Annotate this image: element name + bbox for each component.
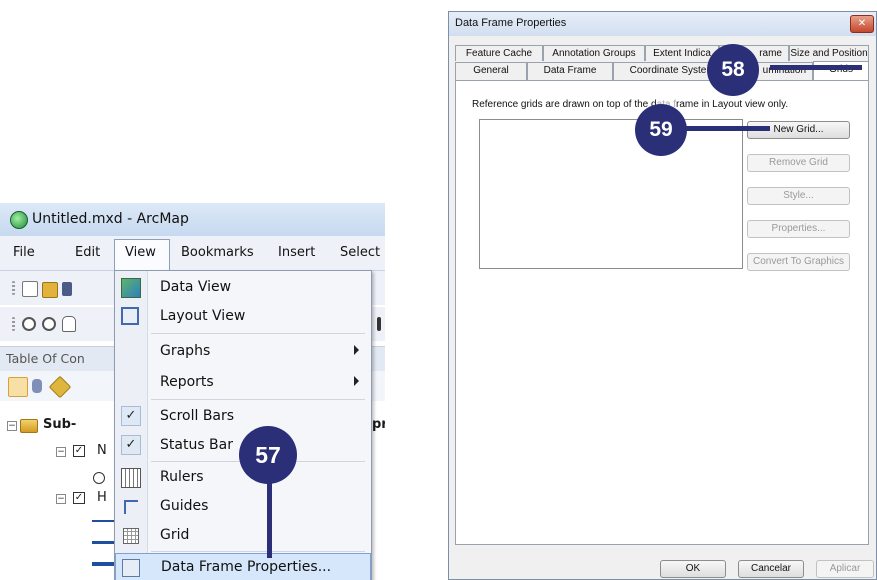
- tab-grids[interactable]: Grids: [813, 61, 869, 81]
- menu-bookmarks[interactable]: Bookmarks: [181, 245, 254, 260]
- tab-size-and-position[interactable]: Size and Position: [789, 45, 869, 61]
- properties-button[interactable]: Properties...: [747, 220, 850, 238]
- collapse-icon[interactable]: −: [56, 494, 66, 504]
- tab-annotation-groups[interactable]: Annotation Groups: [543, 45, 645, 61]
- menu-separator: [151, 333, 365, 334]
- layer1-visibility-checkbox[interactable]: ✓: [73, 445, 85, 457]
- menu-select[interactable]: Select: [340, 245, 380, 260]
- menu-item-reports[interactable]: Reports: [115, 368, 371, 397]
- submenu-arrow-icon: [354, 345, 359, 355]
- tab-data-frame[interactable]: Data Frame: [527, 62, 613, 80]
- callout-58-leader: [770, 65, 862, 70]
- save-icon[interactable]: [62, 282, 72, 296]
- menu-item-label: Layout View: [160, 308, 246, 324]
- menu-item-label: Scroll Bars: [160, 408, 235, 424]
- callout-57: 57: [239, 426, 297, 484]
- rulers-icon: [121, 468, 141, 488]
- layer2-label[interactable]: H: [97, 490, 107, 505]
- view-dropdown-menu: Data View Layout View Graphs Reports ✓ S…: [114, 270, 372, 580]
- layers-stack-icon: [20, 419, 38, 433]
- grid-list[interactable]: [479, 119, 743, 269]
- description-tail-text: rame in Layout view only.: [676, 99, 789, 110]
- guides-icon: [124, 500, 138, 514]
- menu-item-scroll-bars[interactable]: ✓ Scroll Bars: [115, 402, 371, 431]
- toolbar-grip-icon: [12, 281, 15, 295]
- arcmap-menubar: File Edit View Bookmarks Insert Select: [0, 236, 385, 271]
- menu-edit[interactable]: Edit: [75, 245, 100, 260]
- menu-separator: [151, 399, 365, 400]
- menu-item-label: Reports: [160, 374, 214, 390]
- cancel-button[interactable]: Cancelar: [738, 560, 804, 578]
- callout-59-leader: [682, 126, 770, 131]
- list-by-visibility-icon[interactable]: [48, 375, 72, 399]
- grids-description: Reference grids are drawn on top of the …: [472, 99, 788, 110]
- menu-view[interactable]: View: [125, 245, 156, 260]
- checkmark-icon: ✓: [121, 406, 141, 426]
- collapse-icon[interactable]: −: [56, 447, 66, 457]
- menu-item-graphs[interactable]: Graphs: [115, 337, 371, 366]
- menu-item-data-frame-properties[interactable]: Data Frame Properties...: [115, 553, 371, 580]
- menu-item-label: Guides: [160, 498, 209, 514]
- apply-button[interactable]: Aplicar: [816, 560, 874, 578]
- open-folder-icon[interactable]: [42, 282, 58, 298]
- menu-item-guides[interactable]: Guides: [115, 492, 371, 521]
- data-frame-properties-icon: [122, 559, 140, 577]
- layer1-label[interactable]: N: [97, 443, 107, 458]
- menu-item-grid[interactable]: Grid: [115, 521, 371, 550]
- menu-file[interactable]: File: [13, 245, 35, 260]
- menu-item-label: Rulers: [160, 469, 204, 485]
- layout-view-icon: [121, 307, 139, 325]
- arcmap-logo-icon: [10, 211, 28, 229]
- dialog-title-bar: Data Frame Properties ✕: [449, 12, 876, 36]
- arcmap-title: Untitled.mxd - ArcMap: [32, 211, 189, 227]
- menu-item-label: Status Bar: [160, 437, 234, 453]
- toc-title: Table Of Con: [6, 351, 85, 366]
- remove-grid-button[interactable]: Remove Grid: [747, 154, 850, 172]
- zoom-in-icon[interactable]: [22, 317, 36, 331]
- menu-insert[interactable]: Insert: [278, 245, 315, 260]
- menu-item-label: Data View: [160, 279, 232, 295]
- checkmark-icon: ✓: [121, 435, 141, 455]
- arcmap-title-bar: Untitled.mxd - ArcMap: [0, 203, 385, 236]
- toc-clipped-text: pr: [372, 417, 385, 432]
- submenu-arrow-icon: [354, 376, 359, 386]
- collapse-icon[interactable]: −: [7, 421, 17, 431]
- data-frame-properties-dialog: Data Frame Properties ✕ Feature Cache An…: [448, 11, 877, 580]
- menu-separator: [151, 551, 365, 552]
- toolbar-arrow-icon[interactable]: [377, 317, 381, 331]
- menu-item-data-view[interactable]: Data View: [115, 273, 371, 302]
- convert-to-graphics-button[interactable]: Convert To Graphics: [747, 253, 850, 271]
- line-symbol-icon: [92, 541, 114, 544]
- menu-item-label: Graphs: [160, 343, 211, 359]
- callout-58: 58: [707, 44, 759, 96]
- list-by-drawing-order-icon[interactable]: [8, 377, 28, 397]
- toolbar-grip-icon: [12, 317, 15, 331]
- ok-button[interactable]: OK: [660, 560, 726, 578]
- menu-item-label: Data Frame Properties...: [161, 559, 332, 575]
- new-document-icon[interactable]: [22, 281, 38, 297]
- grid-icon: [123, 528, 139, 544]
- point-symbol-icon: [93, 472, 105, 484]
- data-view-icon: [121, 278, 141, 298]
- close-icon[interactable]: ✕: [850, 15, 874, 33]
- arcmap-window: Untitled.mxd - ArcMap File Edit View Boo…: [0, 203, 385, 580]
- zoom-out-icon[interactable]: [42, 317, 56, 331]
- menu-item-layout-view[interactable]: Layout View: [115, 302, 371, 331]
- line-symbol-icon: [92, 520, 114, 522]
- toc-root-label[interactable]: Sub-: [43, 417, 76, 432]
- pan-hand-icon[interactable]: [62, 316, 76, 332]
- tab-feature-cache[interactable]: Feature Cache: [455, 45, 543, 61]
- callout-59: 59: [635, 104, 687, 156]
- tab-extent-indicators[interactable]: Extent Indica: [645, 45, 719, 61]
- layer2-visibility-checkbox[interactable]: ✓: [73, 492, 85, 504]
- description-text: Reference grids are drawn on top of the …: [472, 99, 657, 110]
- menu-item-label: Grid: [160, 527, 190, 543]
- style-button[interactable]: Style...: [747, 187, 850, 205]
- tab-general[interactable]: General: [455, 62, 527, 80]
- list-by-source-icon[interactable]: [32, 379, 42, 393]
- dialog-title: Data Frame Properties: [455, 17, 567, 29]
- line-symbol-icon: [92, 562, 114, 566]
